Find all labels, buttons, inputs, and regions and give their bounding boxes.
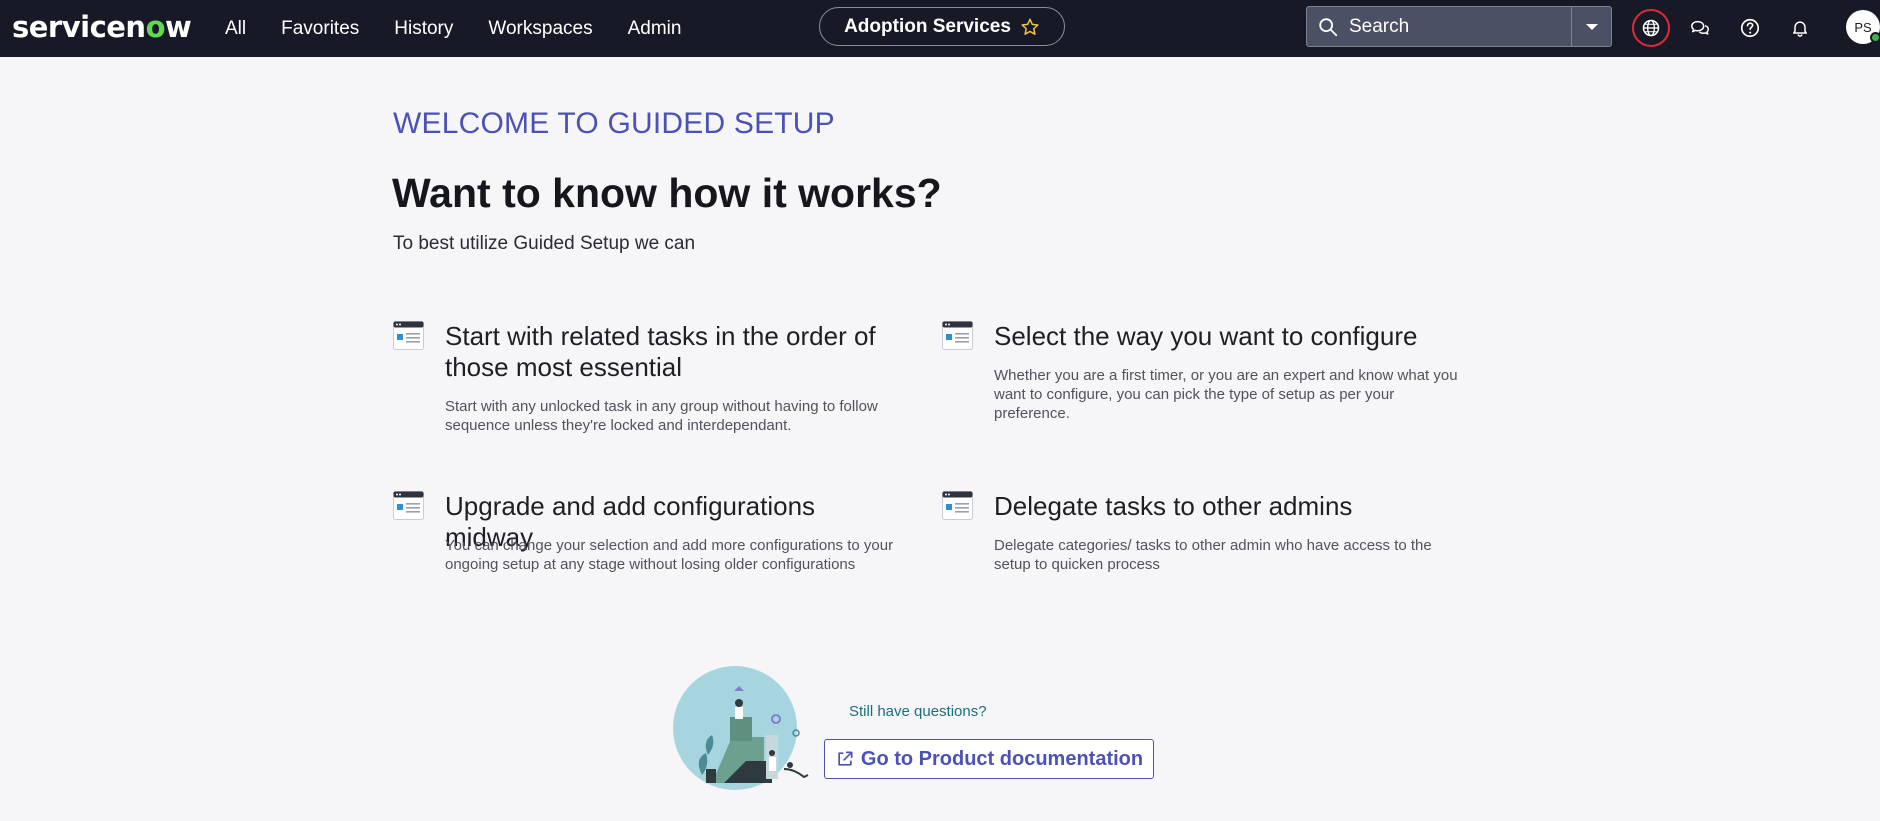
language-globe-button[interactable] (1632, 9, 1670, 47)
feature-title: Start with related tasks in the order of… (445, 321, 876, 382)
servicenow-logo[interactable]: servicenow (12, 10, 192, 44)
product-documentation-button[interactable]: Go to Product documentation (824, 739, 1154, 779)
star-icon[interactable] (1020, 17, 1040, 37)
feature-description: Start with any unlocked task in any grou… (445, 398, 878, 434)
feature-description: Whether you are a first timer, or you ar… (994, 367, 1458, 422)
bell-icon (1793, 21, 1807, 37)
main-menu: All Favorites History Workspaces Admin (225, 0, 716, 57)
window-list-icon (393, 491, 424, 520)
help-question: Still have questions? (849, 703, 987, 720)
chat-button[interactable] (1681, 9, 1719, 47)
avatar-initials: PS (1854, 19, 1872, 35)
notifications-button[interactable] (1781, 9, 1819, 47)
feature-title: Select the way you want to configure (994, 321, 1418, 351)
chevron-down-icon (1585, 23, 1598, 30)
globe-icon (1642, 19, 1660, 37)
top-navigation-bar: servicenow All Favorites History Workspa… (0, 0, 1880, 57)
app-title-pill[interactable]: Adoption Services (819, 7, 1065, 46)
help-illustration (673, 666, 809, 790)
page-title: Want to know how it works? (392, 170, 942, 216)
nav-all[interactable]: All (225, 18, 246, 40)
window-list-icon (942, 491, 973, 520)
product-documentation-label: Go to Product documentation (860, 747, 1144, 770)
app-title: Adoption Services (844, 15, 1011, 37)
help-button[interactable] (1731, 9, 1769, 47)
nav-workspaces[interactable]: Workspaces (488, 18, 592, 40)
search-input[interactable]: Search (1349, 16, 1571, 38)
global-search[interactable]: Search (1306, 6, 1612, 47)
search-icon (1319, 17, 1338, 36)
nav-history[interactable]: History (394, 18, 453, 40)
window-list-icon (942, 321, 973, 350)
help-icon (1740, 18, 1760, 38)
nav-admin[interactable]: Admin (628, 18, 682, 40)
search-scope-dropdown[interactable] (1571, 7, 1611, 46)
page-kicker: WELCOME TO GUIDED SETUP (393, 107, 835, 140)
feature-title: Delegate tasks to other admins (994, 491, 1353, 521)
nav-favorites[interactable]: Favorites (281, 18, 359, 40)
chat-icon (1691, 20, 1709, 35)
page-subtitle: To best utilize Guided Setup we can (393, 233, 696, 254)
feature-description: Delegate categories/ tasks to other admi… (994, 537, 1432, 573)
feature-description: You can change your selection and add mo… (445, 537, 894, 573)
external-link-icon (838, 751, 853, 766)
online-status-dot (1870, 32, 1880, 43)
user-avatar[interactable]: PS (1846, 10, 1880, 44)
window-list-icon (393, 321, 424, 350)
